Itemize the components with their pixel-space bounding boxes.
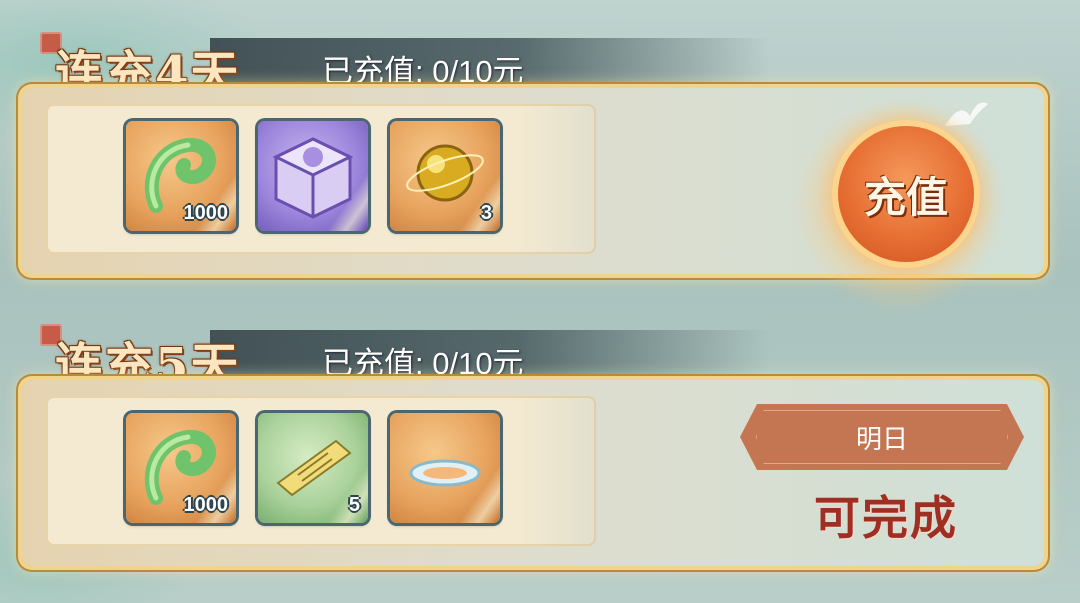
recharge-button[interactable]: 充值: [838, 126, 974, 262]
reward-item-ring[interactable]: [390, 413, 500, 523]
status-day-label: 明日: [855, 423, 908, 454]
reward-item-chest[interactable]: [258, 121, 368, 231]
reward-quantity: 1000: [183, 202, 229, 224]
status-ribbon: 明日: [740, 404, 1024, 470]
recharge-button-label: 充值: [863, 172, 948, 222]
status-note: 可完成: [814, 491, 958, 545]
recharge-progress: 已充值: 0/10元: [322, 346, 524, 381]
reward-quantity: 1000: [183, 494, 229, 516]
reward-item-jade[interactable]: 1000: [126, 413, 236, 523]
reward-item-orb[interactable]: 3: [390, 121, 500, 231]
reward-quantity: 5: [348, 494, 360, 516]
reward-item-scroll[interactable]: 5: [258, 413, 368, 523]
task-card-day-4: 连充4天 已充值: 0/10元 1000 3 充值: [0, 0, 1080, 310]
recharge-progress: 已充值: 0/10元: [322, 54, 524, 89]
reward-item-jade[interactable]: 1000: [126, 121, 236, 231]
reward-quantity: 3: [480, 202, 492, 224]
